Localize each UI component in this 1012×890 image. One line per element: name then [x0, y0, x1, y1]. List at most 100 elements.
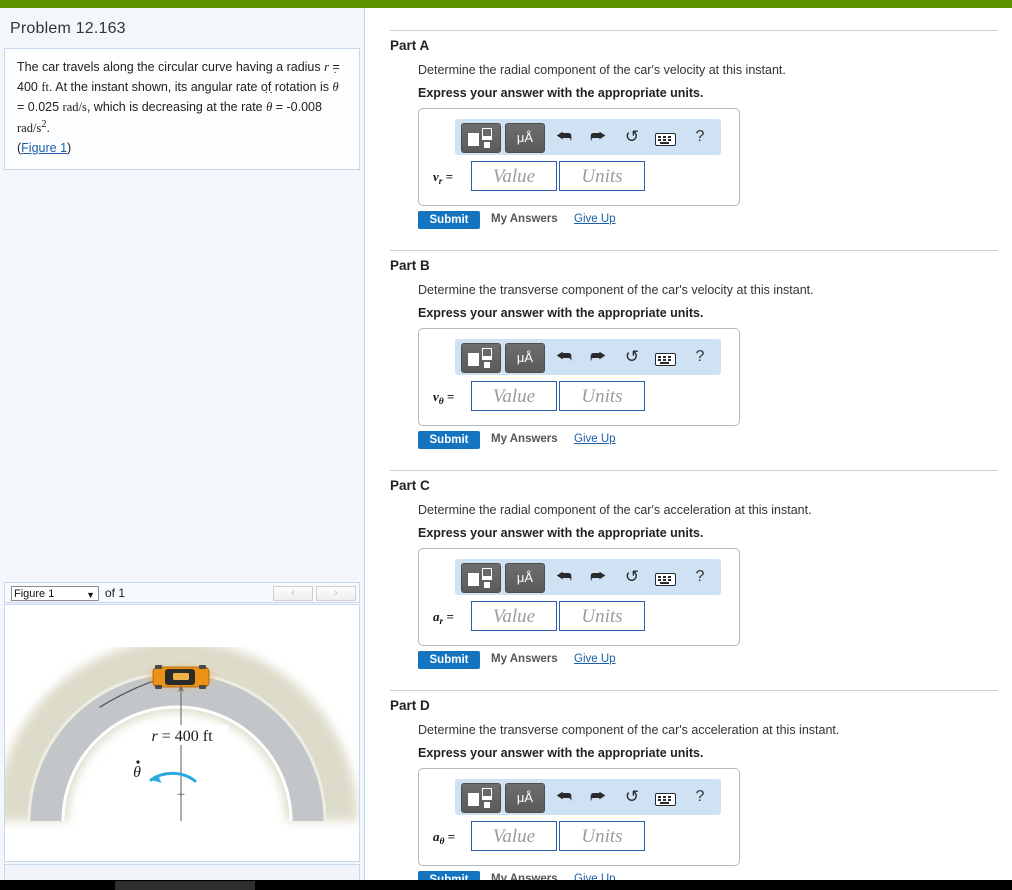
- template-icon-button[interactable]: [461, 563, 501, 593]
- answer-box: μÅ ⮪ ⮫ ↺ ? vθ = Value Units: [418, 328, 740, 426]
- my-answers-button[interactable]: My Answers: [491, 433, 558, 445]
- problem-text-6: = -0.008: [272, 99, 322, 114]
- figure-link[interactable]: Figure 1: [21, 141, 67, 155]
- units-placeholder: Units: [581, 386, 623, 407]
- figure-select[interactable]: Figure 1 ▼: [11, 586, 99, 601]
- template-icon-button[interactable]: [461, 783, 501, 813]
- keyboard-icon[interactable]: [653, 129, 677, 149]
- page-title: Problem 12.163: [10, 20, 126, 37]
- part-title: Part C: [390, 478, 430, 493]
- answer-input-row: vθ = Value Units: [419, 381, 739, 415]
- units-input[interactable]: Units: [559, 381, 645, 411]
- figure-next-button[interactable]: ›: [316, 586, 356, 601]
- answer-variable-label: ar =: [433, 609, 454, 627]
- reset-icon[interactable]: ↺: [621, 347, 643, 367]
- answer-variable-label: aθ =: [433, 829, 456, 847]
- help-icon[interactable]: ?: [689, 787, 711, 807]
- theta-symbol-2: θ: [266, 99, 273, 114]
- answer-variable-label: vr =: [433, 169, 454, 187]
- template-icon-button[interactable]: [461, 123, 501, 153]
- micro-angstrom-icon: μÅ: [516, 570, 534, 585]
- give-up-link[interactable]: Give Up: [574, 433, 616, 445]
- undo-icon[interactable]: ⮪: [553, 347, 575, 367]
- submit-button[interactable]: Submit: [418, 871, 480, 880]
- my-answers-button[interactable]: My Answers: [491, 873, 558, 880]
- redo-icon[interactable]: ⮫: [587, 127, 609, 147]
- answer-toolbar: μÅ ⮪ ⮫ ↺ ?: [455, 559, 721, 595]
- reset-icon[interactable]: ↺: [621, 787, 643, 807]
- submit-button[interactable]: Submit: [418, 211, 480, 229]
- value-placeholder: Value: [492, 166, 536, 187]
- value-input[interactable]: Value: [471, 161, 557, 191]
- chevron-down-icon: ▼: [86, 590, 95, 600]
- units-icon-button[interactable]: μÅ: [505, 123, 545, 153]
- answer-toolbar: μÅ ⮪ ⮫ ↺ ?: [455, 339, 721, 375]
- redo-icon[interactable]: ⮫: [587, 347, 609, 367]
- theta-symbol-1: θ: [332, 79, 339, 94]
- keyboard-icon[interactable]: [653, 789, 677, 809]
- units-input[interactable]: Units: [559, 821, 645, 851]
- undo-icon[interactable]: ⮪: [553, 567, 575, 587]
- part-question: Determine the radial component of the ca…: [418, 503, 812, 517]
- bottom-black-bar: [0, 880, 1012, 890]
- undo-icon[interactable]: ⮪: [553, 127, 575, 147]
- units-icon-button[interactable]: μÅ: [505, 343, 545, 373]
- answer-toolbar: μÅ ⮪ ⮫ ↺ ?: [455, 779, 721, 815]
- answer-toolbar: μÅ ⮪ ⮫ ↺ ?: [455, 119, 721, 155]
- submit-button[interactable]: Submit: [418, 651, 480, 669]
- help-icon[interactable]: ?: [689, 127, 711, 147]
- part-question: Determine the transverse component of th…: [418, 723, 840, 737]
- value-input[interactable]: Value: [471, 601, 557, 631]
- template-icon: [468, 573, 479, 586]
- give-up-link[interactable]: Give Up: [574, 873, 616, 880]
- units-placeholder: Units: [581, 166, 623, 187]
- my-answers-button[interactable]: My Answers: [491, 213, 558, 225]
- help-icon[interactable]: ?: [689, 567, 711, 587]
- reset-icon[interactable]: ↺: [621, 567, 643, 587]
- micro-angstrom-icon: μÅ: [516, 130, 534, 145]
- template-icon-button[interactable]: [461, 343, 501, 373]
- value-placeholder: Value: [492, 826, 536, 847]
- units-input[interactable]: Units: [559, 161, 645, 191]
- answer-variable-label: vθ =: [433, 389, 455, 407]
- redo-icon[interactable]: ⮫: [587, 567, 609, 587]
- units-icon-button[interactable]: μÅ: [505, 563, 545, 593]
- value-placeholder: Value: [492, 606, 536, 627]
- answer-box: μÅ ⮪ ⮫ ↺ ? vr = Value Units: [418, 108, 740, 206]
- units-icon-button[interactable]: μÅ: [505, 783, 545, 813]
- my-answers-button[interactable]: My Answers: [491, 653, 558, 665]
- part-divider: [390, 690, 998, 691]
- problem-text-4: = 0.025: [17, 99, 63, 114]
- top-green-bar: [0, 0, 1012, 8]
- keyboard-icon[interactable]: [653, 569, 677, 589]
- value-input[interactable]: Value: [471, 821, 557, 851]
- left-problem-panel: Problem 12.163 The car travels along the…: [0, 8, 365, 884]
- help-icon[interactable]: ?: [689, 347, 711, 367]
- redo-icon[interactable]: ⮫: [587, 787, 609, 807]
- part-title: Part A: [390, 38, 430, 53]
- reset-icon[interactable]: ↺: [621, 127, 643, 147]
- part-divider: [390, 470, 998, 471]
- problem-text-5: , which is decreasing at the rate: [86, 99, 267, 114]
- units-placeholder: Units: [581, 826, 623, 847]
- paren-close: ): [67, 141, 72, 156]
- theta-ddot-accent: ··: [264, 86, 274, 99]
- unit-ft: ft: [41, 79, 49, 94]
- figure-prev-button[interactable]: ‹: [273, 586, 313, 601]
- part-question: Determine the radial component of the ca…: [418, 63, 786, 77]
- part-instruction: Express your answer with the appropriate…: [418, 306, 704, 320]
- give-up-link[interactable]: Give Up: [574, 653, 616, 665]
- part-divider: [390, 250, 998, 251]
- part-title: Part B: [390, 258, 430, 273]
- bottom-bar-segment: [115, 881, 255, 890]
- give-up-link[interactable]: Give Up: [574, 213, 616, 225]
- unit-rad-per-s2: rad/s: [17, 121, 42, 136]
- value-input[interactable]: Value: [471, 381, 557, 411]
- problem-text-1: The car travels along the circular curve…: [17, 60, 325, 74]
- keyboard-icon[interactable]: [653, 349, 677, 369]
- undo-icon[interactable]: ⮪: [553, 787, 575, 807]
- answer-input-row: vr = Value Units: [419, 161, 739, 195]
- answer-box: μÅ ⮪ ⮫ ↺ ? aθ = Value Units: [418, 768, 740, 866]
- submit-button[interactable]: Submit: [418, 431, 480, 449]
- units-input[interactable]: Units: [559, 601, 645, 631]
